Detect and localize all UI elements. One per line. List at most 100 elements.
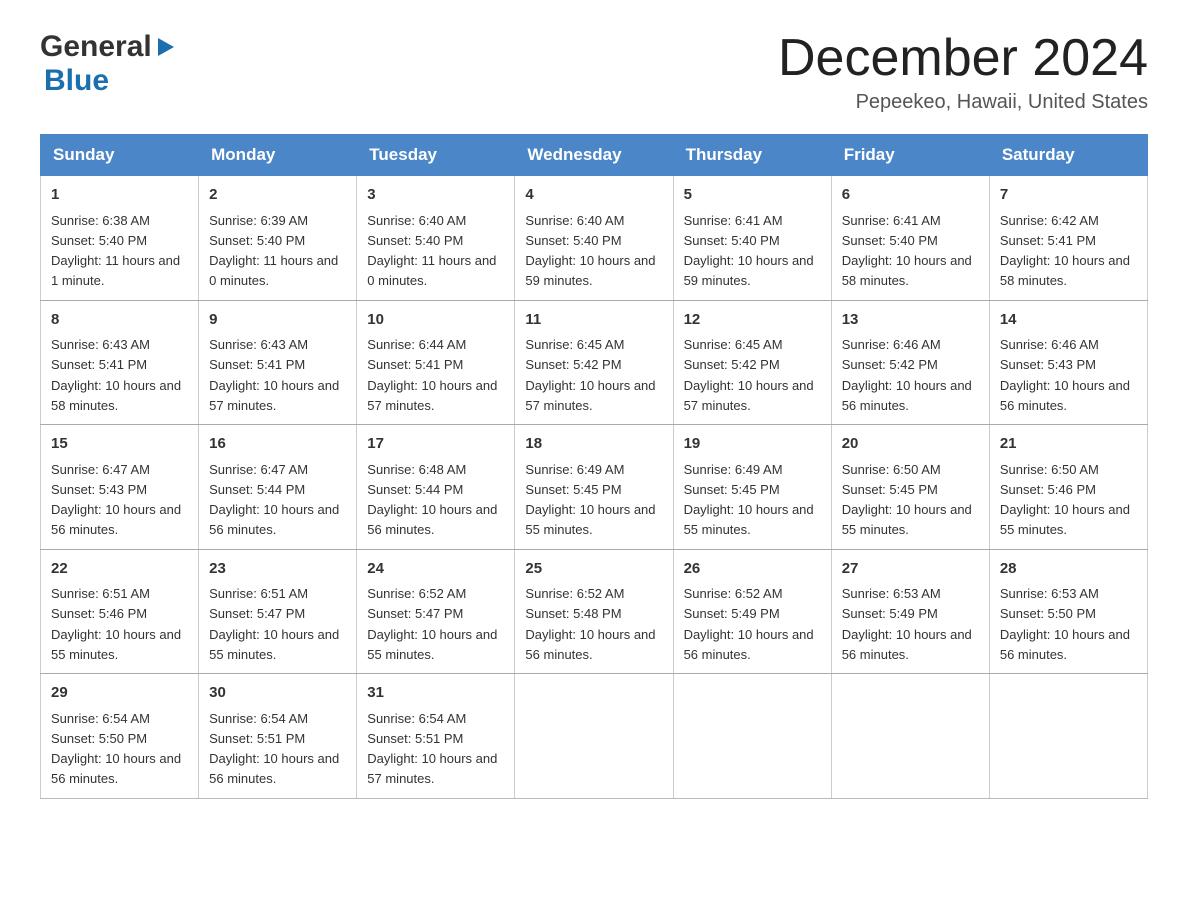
title-section: December 2024 Pepeekeo, Hawaii, United S… (778, 30, 1148, 114)
day-cell-17: 17Sunrise: 6:48 AMSunset: 5:44 PMDayligh… (357, 425, 515, 550)
day-cell-22: 22 Sunrise: 6:51 AMSunset: 5:46 PMDayligh… (41, 549, 199, 674)
day-number: 24 (367, 558, 504, 581)
day-info: Sunrise: 6:52 AMSunset: 5:47 PMDaylight:… (367, 586, 497, 662)
day-cell-29: 29Sunrise: 6:54 AMSunset: 5:50 PMDayligh… (41, 674, 199, 799)
week-row-3: 15 Sunrise: 6:47 AMSunset: 5:43 PMDayligh… (41, 425, 1148, 550)
day-info: Sunrise: 6:54 AMSunset: 5:51 PMDaylight:… (367, 711, 497, 787)
day-cell-8: 8 Sunrise: 6:43 AMSunset: 5:41 PMDaylight… (41, 300, 199, 425)
day-number: 10 (367, 309, 504, 332)
day-number: 28 (1000, 558, 1137, 581)
day-info: Sunrise: 6:46 AMSunset: 5:42 PMDaylight:… (842, 337, 972, 413)
day-info: Sunrise: 6:45 AMSunset: 5:42 PMDaylight:… (525, 337, 655, 413)
day-number: 30 (209, 682, 346, 705)
day-number: 4 (525, 184, 662, 207)
day-info: Sunrise: 6:51 AMSunset: 5:47 PMDaylight:… (209, 586, 339, 662)
day-cell-10: 10Sunrise: 6:44 AMSunset: 5:41 PMDayligh… (357, 300, 515, 425)
day-info: Sunrise: 6:49 AMSunset: 5:45 PMDaylight:… (684, 462, 814, 538)
day-cell-31: 31 Sunrise: 6:54 AMSunset: 5:51 PMDayligh… (357, 674, 515, 799)
day-info: Sunrise: 6:54 AMSunset: 5:50 PMDaylight:… (51, 711, 181, 787)
day-number: 31 (367, 682, 504, 705)
day-info: Sunrise: 6:51 AMSunset: 5:46 PMDaylight:… (51, 586, 181, 662)
week-row-2: 8 Sunrise: 6:43 AMSunset: 5:41 PMDaylight… (41, 300, 1148, 425)
day-info: Sunrise: 6:53 AMSunset: 5:49 PMDaylight:… (842, 586, 972, 662)
day-cell-1: 1Sunrise: 6:38 AMSunset: 5:40 PMDaylight… (41, 176, 199, 301)
day-cell-21: 21Sunrise: 6:50 AMSunset: 5:46 PMDayligh… (989, 425, 1147, 550)
day-cell-12: 12 Sunrise: 6:45 AMSunset: 5:42 PMDayligh… (673, 300, 831, 425)
day-info: Sunrise: 6:46 AMSunset: 5:43 PMDaylight:… (1000, 337, 1130, 413)
day-number: 17 (367, 433, 504, 456)
empty-cell (831, 674, 989, 799)
weekday-header-thursday: Thursday (673, 135, 831, 176)
day-cell-2: 2Sunrise: 6:39 AMSunset: 5:40 PMDaylight… (199, 176, 357, 301)
calendar-table: SundayMondayTuesdayWednesdayThursdayFrid… (40, 134, 1148, 799)
day-number: 18 (525, 433, 662, 456)
day-number: 14 (1000, 309, 1137, 332)
empty-cell (989, 674, 1147, 799)
day-number: 20 (842, 433, 979, 456)
location: Pepeekeo, Hawaii, United States (778, 91, 1148, 114)
day-info: Sunrise: 6:52 AMSunset: 5:48 PMDaylight:… (525, 586, 655, 662)
day-cell-23: 23Sunrise: 6:51 AMSunset: 5:47 PMDayligh… (199, 549, 357, 674)
empty-cell (515, 674, 673, 799)
day-cell-6: 6 Sunrise: 6:41 AMSunset: 5:40 PMDaylight… (831, 176, 989, 301)
day-info: Sunrise: 6:47 AMSunset: 5:44 PMDaylight:… (209, 462, 339, 538)
day-cell-3: 3 Sunrise: 6:40 AMSunset: 5:40 PMDaylight… (357, 176, 515, 301)
empty-cell (673, 674, 831, 799)
day-number: 1 (51, 184, 188, 207)
day-info: Sunrise: 6:49 AMSunset: 5:45 PMDaylight:… (525, 462, 655, 538)
day-info: Sunrise: 6:47 AMSunset: 5:43 PMDaylight:… (51, 462, 181, 538)
day-number: 3 (367, 184, 504, 207)
day-number: 5 (684, 184, 821, 207)
day-info: Sunrise: 6:41 AMSunset: 5:40 PMDaylight:… (684, 213, 814, 289)
day-number: 11 (525, 309, 662, 332)
weekday-header-sunday: Sunday (41, 135, 199, 176)
day-cell-27: 27 Sunrise: 6:53 AMSunset: 5:49 PMDayligh… (831, 549, 989, 674)
day-cell-26: 26Sunrise: 6:52 AMSunset: 5:49 PMDayligh… (673, 549, 831, 674)
day-info: Sunrise: 6:53 AMSunset: 5:50 PMDaylight:… (1000, 586, 1130, 662)
week-row-5: 29Sunrise: 6:54 AMSunset: 5:50 PMDayligh… (41, 674, 1148, 799)
day-number: 6 (842, 184, 979, 207)
day-number: 22 (51, 558, 188, 581)
day-cell-5: 5 Sunrise: 6:41 AMSunset: 5:40 PMDaylight… (673, 176, 831, 301)
day-info: Sunrise: 6:54 AMSunset: 5:51 PMDaylight:… (209, 711, 339, 787)
day-number: 8 (51, 309, 188, 332)
day-number: 7 (1000, 184, 1137, 207)
day-info: Sunrise: 6:40 AMSunset: 5:40 PMDaylight:… (367, 213, 496, 289)
day-cell-25: 25 Sunrise: 6:52 AMSunset: 5:48 PMDayligh… (515, 549, 673, 674)
weekday-header-wednesday: Wednesday (515, 135, 673, 176)
week-row-4: 22 Sunrise: 6:51 AMSunset: 5:46 PMDayligh… (41, 549, 1148, 674)
day-cell-28: 28 Sunrise: 6:53 AMSunset: 5:50 PMDayligh… (989, 549, 1147, 674)
day-number: 15 (51, 433, 188, 456)
day-number: 25 (525, 558, 662, 581)
weekday-header-saturday: Saturday (989, 135, 1147, 176)
day-cell-9: 9Sunrise: 6:43 AMSunset: 5:41 PMDaylight… (199, 300, 357, 425)
day-cell-15: 15 Sunrise: 6:47 AMSunset: 5:43 PMDayligh… (41, 425, 199, 550)
day-cell-14: 14 Sunrise: 6:46 AMSunset: 5:43 PMDayligh… (989, 300, 1147, 425)
day-info: Sunrise: 6:50 AMSunset: 5:46 PMDaylight:… (1000, 462, 1130, 538)
logo-arrow-icon (154, 36, 176, 58)
day-cell-30: 30 Sunrise: 6:54 AMSunset: 5:51 PMDayligh… (199, 674, 357, 799)
day-info: Sunrise: 6:41 AMSunset: 5:40 PMDaylight:… (842, 213, 972, 289)
weekday-header-friday: Friday (831, 135, 989, 176)
day-number: 16 (209, 433, 346, 456)
day-cell-16: 16 Sunrise: 6:47 AMSunset: 5:44 PMDayligh… (199, 425, 357, 550)
day-cell-13: 13 Sunrise: 6:46 AMSunset: 5:42 PMDayligh… (831, 300, 989, 425)
weekday-header-row: SundayMondayTuesdayWednesdayThursdayFrid… (41, 135, 1148, 176)
day-number: 27 (842, 558, 979, 581)
day-cell-24: 24 Sunrise: 6:52 AMSunset: 5:47 PMDayligh… (357, 549, 515, 674)
day-number: 13 (842, 309, 979, 332)
day-info: Sunrise: 6:50 AMSunset: 5:45 PMDaylight:… (842, 462, 972, 538)
day-info: Sunrise: 6:45 AMSunset: 5:42 PMDaylight:… (684, 337, 814, 413)
day-cell-18: 18 Sunrise: 6:49 AMSunset: 5:45 PMDayligh… (515, 425, 673, 550)
day-number: 2 (209, 184, 346, 207)
month-title: December 2024 (778, 30, 1148, 87)
week-row-1: 1Sunrise: 6:38 AMSunset: 5:40 PMDaylight… (41, 176, 1148, 301)
day-cell-20: 20 Sunrise: 6:50 AMSunset: 5:45 PMDayligh… (831, 425, 989, 550)
logo: General Blue (40, 30, 176, 98)
day-info: Sunrise: 6:52 AMSunset: 5:49 PMDaylight:… (684, 586, 814, 662)
day-number: 9 (209, 309, 346, 332)
logo-general: General (40, 30, 152, 64)
logo-blue: Blue (40, 64, 109, 97)
day-info: Sunrise: 6:43 AMSunset: 5:41 PMDaylight:… (51, 337, 181, 413)
day-number: 12 (684, 309, 821, 332)
